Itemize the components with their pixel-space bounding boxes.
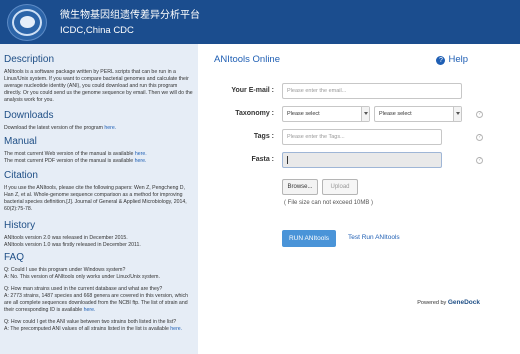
test-run-button[interactable]: Test Run ANItools — [348, 234, 400, 241]
email-label: Your E-mail : — [231, 87, 274, 94]
help-label: Help — [448, 54, 468, 65]
faq-heading: FAQ — [4, 252, 25, 263]
faq-a2-link[interactable]: here. — [84, 307, 96, 313]
description-section: Description ANItools is a software packa… — [4, 54, 194, 104]
tags-help-icon[interactable]: ? — [476, 134, 483, 141]
china-cdc-logo — [7, 4, 47, 41]
faq-a3-link[interactable]: here. — [170, 326, 182, 332]
tags-field[interactable]: Please enter the Tags... — [282, 129, 442, 145]
citation-text: If you use the ANItools, please cite the… — [4, 185, 187, 212]
taxonomy-help-icon[interactable]: ? — [476, 111, 483, 118]
history-section: History ANItools version 2.0 was release… — [4, 220, 194, 249]
taxonomy-select-1[interactable]: Please select — [282, 106, 370, 122]
faq-a3-line: A: The precomputed ANI values of all str… — [4, 326, 194, 333]
faq-section: FAQ Q: Could I use this program under Wi… — [4, 252, 194, 333]
faq-q1: Q: Could I use this program under Window… — [4, 267, 126, 273]
site-header: 微生物基因组遗传差异分析平台 ICDC,China CDC — [0, 0, 520, 44]
history-line-1: ANItools version 2.0 was released in Dec… — [4, 235, 128, 241]
manual-web-link[interactable]: here. — [135, 151, 147, 157]
email-field[interactable]: Please enter the email... — [282, 83, 462, 99]
citation-heading: Citation — [4, 170, 38, 181]
tags-label: Tags : — [253, 133, 274, 140]
browse-button[interactable]: Browse... — [282, 179, 318, 195]
powered-by-label: Powered by — [417, 300, 447, 306]
downloads-link[interactable]: here. — [104, 125, 116, 131]
downloads-text: Download the latest version of the progr… — [4, 125, 103, 131]
faq-a3: A: The precomputed ANI values of all str… — [4, 326, 169, 332]
description-heading: Description — [4, 54, 55, 65]
sidebar: Description ANItools is a software packa… — [0, 44, 198, 354]
manual-web-line: The most current Web version of the manu… — [4, 151, 194, 158]
manual-web-text: The most current Web version of the manu… — [4, 151, 134, 157]
manual-pdf-link[interactable]: here. — [135, 158, 147, 164]
email-placeholder: Please enter the email... — [287, 88, 347, 94]
tags-placeholder: Please enter the Tags... — [287, 134, 345, 140]
fasta-help-icon[interactable]: ? — [476, 157, 483, 164]
question-circle-icon: ? — [436, 56, 446, 65]
history-heading: History — [4, 220, 36, 231]
upload-button[interactable]: Upload — [322, 179, 358, 195]
text-cursor — [287, 156, 288, 164]
downloads-heading: Downloads — [4, 110, 54, 121]
citation-section: Citation If you use the ANItools, please… — [4, 170, 194, 213]
taxonomy-select-2[interactable]: Please select — [374, 106, 462, 122]
faq-a1: A: No. This version of ANItools only wor… — [4, 274, 160, 280]
manual-pdf-text: The most current PDF version of the manu… — [4, 158, 134, 164]
faq-a2: A: 2773 strains, 1487 species and 668 ge… — [4, 293, 188, 313]
history-line-2: ANItools version 1.0 was firstly release… — [4, 242, 141, 248]
run-anitools-button[interactable]: RUN ANItools — [282, 230, 336, 247]
chevron-down-icon — [453, 107, 461, 121]
downloads-line: Download the latest version of the progr… — [4, 125, 194, 132]
manual-section: Manual The most current Web version of t… — [4, 136, 194, 165]
powered-by: Powered by GeneDock — [417, 299, 480, 306]
taxonomy-select-2-value: Please select — [379, 111, 412, 117]
manual-heading: Manual — [4, 136, 37, 147]
main-panel: ANItools Online ? Help Your E-mail : Plea… — [198, 44, 520, 354]
description-text: ANItools is a software package written b… — [4, 69, 193, 103]
faq-q2: Q: How man strains used in the current d… — [4, 286, 163, 292]
downloads-section: Downloads Download the latest version of… — [4, 110, 194, 132]
chevron-down-icon — [361, 107, 369, 121]
fasta-field[interactable] — [282, 152, 442, 168]
faq-q3: Q: How could I get the ANI value between… — [4, 319, 177, 325]
genedock-logo: GeneDock — [447, 299, 480, 306]
fasta-label: Fasta : — [251, 156, 274, 163]
logo-core — [20, 16, 35, 28]
page-title: ANItools Online — [214, 54, 281, 65]
faq-a2-line: A: 2773 strains, 1487 species and 668 ge… — [4, 293, 194, 314]
site-title: 微生物基因组遗传差异分析平台 — [60, 10, 200, 21]
site-subtitle: ICDC,China CDC — [60, 25, 134, 36]
help-link[interactable]: ? Help — [436, 54, 468, 65]
taxonomy-select-1-value: Please select — [287, 111, 320, 117]
file-size-hint: ( File size can not exceed 10MB ) — [284, 200, 374, 206]
manual-pdf-line: The most current PDF version of the manu… — [4, 158, 194, 165]
taxonomy-label: Taxonomy : — [235, 110, 274, 117]
